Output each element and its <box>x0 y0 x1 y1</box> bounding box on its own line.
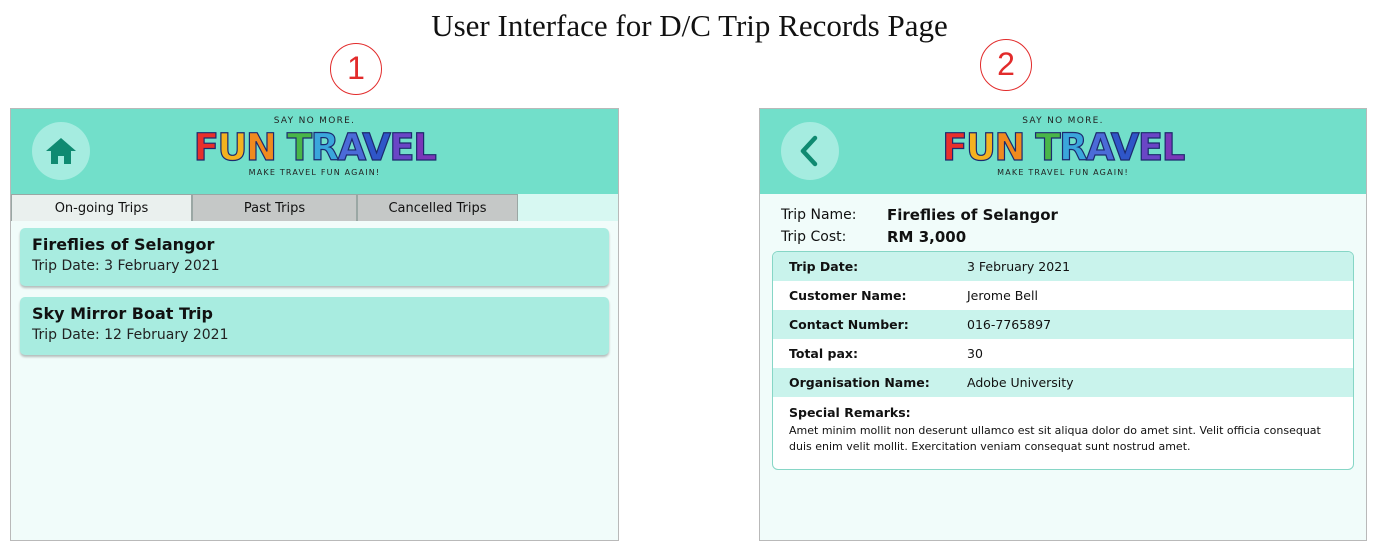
trip-name: Fireflies of Selangor <box>32 235 215 254</box>
logo-wordmark: FUN TRAVEL <box>193 126 437 169</box>
tab-cancelled-trips[interactable]: Cancelled Trips <box>357 194 518 221</box>
step-marker-1: 1 <box>330 43 382 95</box>
special-remarks: Special Remarks: Amet minim mollit non d… <box>773 397 1353 455</box>
trip-detail-screen: SAY NO MORE. FUN TRAVEL MAKE TRAVEL FUN … <box>759 108 1367 541</box>
app-header: SAY NO MORE. FUN TRAVEL MAKE TRAVEL FUN … <box>760 109 1366 194</box>
trip-card[interactable]: Sky Mirror Boat Trip Trip Date: 12 Febru… <box>20 297 609 355</box>
tab-ongoing-trips[interactable]: On-going Trips <box>11 194 192 221</box>
page-title: User Interface for D/C Trip Records Page <box>431 8 948 43</box>
detail-label: Contact Number: <box>789 317 909 332</box>
trip-records-list-screen: SAY NO MORE. FUN TRAVEL MAKE TRAVEL FUN … <box>10 108 619 541</box>
detail-row: Trip Date: 3 February 2021 <box>773 252 1353 281</box>
trip-name-value: Fireflies of Selangor <box>887 206 1058 224</box>
detail-value: 016-7765897 <box>967 317 1052 332</box>
detail-value: 3 February 2021 <box>967 259 1071 274</box>
trip-summary: Trip Name: Fireflies of Selangor Trip Co… <box>781 204 1058 248</box>
trip-cost-label: Trip Cost: <box>781 229 847 245</box>
detail-label: Total pax: <box>789 346 858 361</box>
detail-value: Adobe University <box>967 375 1074 390</box>
trip-name-label: Trip Name: <box>781 207 857 223</box>
detail-value: Jerome Bell <box>967 288 1038 303</box>
detail-label: Organisation Name: <box>789 375 930 390</box>
detail-label: Trip Date: <box>789 259 859 274</box>
detail-row: Organisation Name: Adobe University <box>773 368 1353 397</box>
trip-cost-row: Trip Cost: RM 3,000 <box>781 226 1058 248</box>
logo-tagline-bottom: MAKE TRAVEL FUN AGAIN! <box>997 168 1129 177</box>
logo-wordmark: FUN TRAVEL <box>942 126 1186 169</box>
detail-row: Customer Name: Jerome Bell <box>773 281 1353 310</box>
detail-label: Customer Name: <box>789 288 907 303</box>
detail-row: Contact Number: 016-7765897 <box>773 310 1353 339</box>
trip-details-table: Trip Date: 3 February 2021 Customer Name… <box>772 251 1354 470</box>
step-marker-2: 2 <box>980 39 1032 91</box>
trip-date: Trip Date: 3 February 2021 <box>32 258 220 274</box>
app-header: SAY NO MORE. FUN TRAVEL MAKE TRAVEL FUN … <box>11 109 618 194</box>
trip-card[interactable]: Fireflies of Selangor Trip Date: 3 Febru… <box>20 228 609 286</box>
trip-name: Sky Mirror Boat Trip <box>32 304 213 323</box>
special-remarks-label: Special Remarks: <box>789 405 911 420</box>
tab-past-trips[interactable]: Past Trips <box>192 194 357 221</box>
trip-tabs: On-going Trips Past Trips Cancelled Trip… <box>11 194 618 221</box>
detail-row: Total pax: 30 <box>773 339 1353 368</box>
fun-travel-logo: SAY NO MORE. FUN TRAVEL MAKE TRAVEL FUN … <box>760 116 1366 178</box>
trip-name-row: Trip Name: Fireflies of Selangor <box>781 204 1058 226</box>
trip-date: Trip Date: 12 February 2021 <box>32 327 229 343</box>
logo-tagline-bottom: MAKE TRAVEL FUN AGAIN! <box>248 168 381 177</box>
detail-value: 30 <box>967 346 983 361</box>
fun-travel-logo: SAY NO MORE. FUN TRAVEL MAKE TRAVEL FUN … <box>11 116 618 178</box>
trip-cost-value: RM 3,000 <box>887 228 967 246</box>
special-remarks-text: Amet minim mollit non deserunt ullamco e… <box>789 424 1321 453</box>
